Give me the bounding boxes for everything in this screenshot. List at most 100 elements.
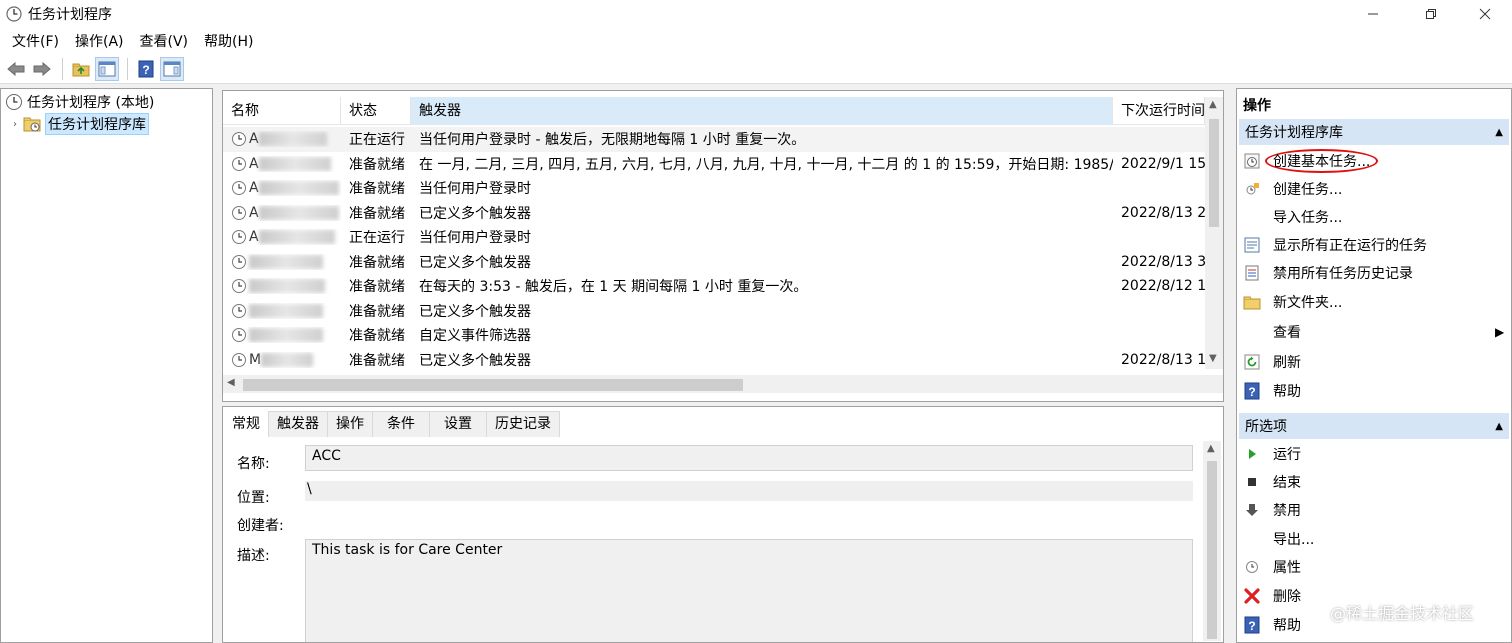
table-row[interactable]: 准备就绪 自定义事件筛选器 [223,323,1205,348]
scroll-left-icon[interactable]: ◀ [227,377,235,388]
action-item[interactable]: ? 帮助 [1243,613,1301,637]
action-item[interactable]: ? 帮助 [1243,379,1301,403]
tab-triggers[interactable]: 触发器 [268,411,328,437]
minimize-button[interactable] [1350,0,1396,28]
task-name-cell [223,278,341,294]
table-row[interactable]: A 正在运行 当任何用户登录时 [223,225,1205,250]
task-name: M [249,351,262,368]
scroll-up-icon[interactable]: ▲ [1207,443,1215,454]
menu-help[interactable]: 帮助(H) [196,31,261,51]
action-item[interactable]: 刷新 [1243,350,1301,374]
action-item[interactable]: 导出... [1243,527,1314,551]
menu-view[interactable]: 查看(V) [132,31,197,51]
redacted-name-blur [261,352,314,367]
detail-vertical-scrollbar[interactable]: ▲ [1203,441,1221,641]
task-clock-icon [232,328,246,343]
scroll-up-icon[interactable]: ▲ [1209,99,1217,110]
restore-icon [1426,9,1436,19]
description-field[interactable]: This task is for Care Center [305,539,1193,642]
action-item[interactable]: 删除 [1243,584,1301,608]
action-label: 创建任务... [1273,182,1343,198]
center-pane: 名称 状态 触发器 下次运行时间 A 正在运行 当任何用户登录时 - 触发后，无限期… [220,88,1226,643]
tab-conditions[interactable]: 条件 [372,411,430,437]
table-row[interactable]: A 正在运行 当任何用户登录时 - 触发后，无限期地每隔 1 小时 重复一次。 [223,127,1205,152]
task-name: A [249,155,259,172]
vertical-scroll-thumb[interactable] [1209,119,1219,227]
action-label: 禁用 [1273,503,1301,519]
table-row[interactable]: 准备就绪 在每天的 3:53 - 触发后，在 1 天 期间每隔 1 小时 重复一次… [223,274,1205,299]
tree-item-root[interactable]: 任务计划程序 (本地) [3,91,154,113]
horizontal-scroll-thumb[interactable] [243,379,743,391]
table-row[interactable]: A 准备就绪在 一月, 二月, 三月, 四月, 五月, 六月, 七月, 八月, 九… [223,152,1205,177]
task-name-cell: A [223,205,341,221]
up-folder-button[interactable] [69,57,93,81]
menu-action[interactable]: 操作(A) [67,31,132,51]
action-item[interactable]: 创建基本任务... [1243,149,1379,173]
forward-button[interactable] [30,57,54,81]
collapse-caret-icon[interactable]: ▲ [1495,127,1503,138]
task-name-cell: A [223,156,341,172]
action-item[interactable]: 属性 [1243,555,1301,579]
table-row[interactable]: A 准备就绪 已定义多个触发器 2022/8/13 2: [223,201,1205,226]
tree-item-library[interactable]: › 任务计划程序库 [9,113,149,135]
toolbar-separator [127,57,128,80]
action-item[interactable]: 禁用 [1243,498,1301,522]
task-list-horizontal-scrollbar[interactable]: ◀ [223,375,1223,393]
back-button[interactable] [4,57,28,81]
tab-general[interactable]: 常规 [223,411,269,437]
task-list-vertical-scrollbar[interactable]: ▲ ▼ [1205,97,1223,369]
title-bar: 任务计划程序 [0,0,1512,28]
column-header-status[interactable]: 状态 [341,97,411,125]
history-icon [1243,264,1261,282]
task-name: A [249,204,259,221]
action-item[interactable]: 运行 [1243,442,1301,466]
show-hide-tree-button[interactable] [95,56,119,81]
action-item[interactable]: 新文件夹... [1243,290,1342,314]
help-icon: ? [1243,382,1261,400]
action-label: 查看 [1273,325,1301,341]
action-item[interactable]: 结束 [1243,470,1301,494]
task-name: A [249,229,259,246]
column-header-trigger[interactable]: 触发器 [411,97,1113,125]
task-clock-icon [232,205,246,220]
menu-file[interactable]: 文件(F) [4,31,67,51]
task-next-run: 2022/8/13 2: [1121,204,1205,221]
task-name-cell [223,327,341,343]
tab-settings[interactable]: 设置 [429,411,487,437]
chevron-right-icon[interactable]: › [9,119,21,130]
scroll-down-icon[interactable]: ▼ [1209,353,1217,364]
close-icon [1479,8,1491,20]
action-label: 导出... [1273,532,1315,548]
restore-button[interactable] [1408,0,1454,28]
action-label: 帮助 [1273,618,1301,634]
location-field[interactable]: \ [305,481,1193,501]
section-header-selected[interactable]: 所选项 ▲ [1239,413,1509,439]
tab-actions[interactable]: 操作 [327,411,373,437]
action-item[interactable]: 查看 ▶ [1243,320,1504,344]
section-header-library[interactable]: 任务计划程序库 ▲ [1239,119,1509,145]
table-row[interactable]: M 准备就绪 已定义多个触发器 2022/8/13 1( [223,348,1205,373]
help-button[interactable]: ? [134,57,158,81]
name-field[interactable]: ACC [305,445,1193,471]
name-label: 名称: [237,456,270,472]
table-row[interactable]: 准备就绪 已定义多个触发器 2022/8/13 3: [223,250,1205,275]
action-item[interactable]: 导入任务... [1243,205,1342,229]
action-item[interactable]: 创建任务... [1243,177,1342,201]
column-header-name[interactable]: 名称 [223,97,341,125]
task-next-run: 2022/9/1 15: [1121,155,1205,172]
minimize-icon [1368,13,1378,15]
detail-scroll-thumb[interactable] [1207,461,1217,639]
action-label: 禁用所有任务历史记录 [1273,266,1413,282]
tab-history[interactable]: 历史记录 [486,411,560,437]
action-item[interactable]: 禁用所有任务历史记录 [1243,261,1413,285]
action-label: 运行 [1273,447,1301,463]
show-hide-action-pane-button[interactable] [160,56,184,81]
column-header-next-run[interactable]: 下次运行时间 [1113,97,1205,125]
back-arrow-icon [7,61,25,76]
close-button[interactable] [1462,0,1508,28]
table-row[interactable]: 准备就绪 已定义多个触发器 [223,299,1205,324]
action-item[interactable]: 显示所有正在运行的任务 [1243,233,1427,257]
collapse-caret-icon[interactable]: ▲ [1495,421,1503,432]
table-row[interactable]: A 准备就绪 当任何用户登录时 [223,176,1205,201]
action-label: 删除 [1273,589,1301,605]
